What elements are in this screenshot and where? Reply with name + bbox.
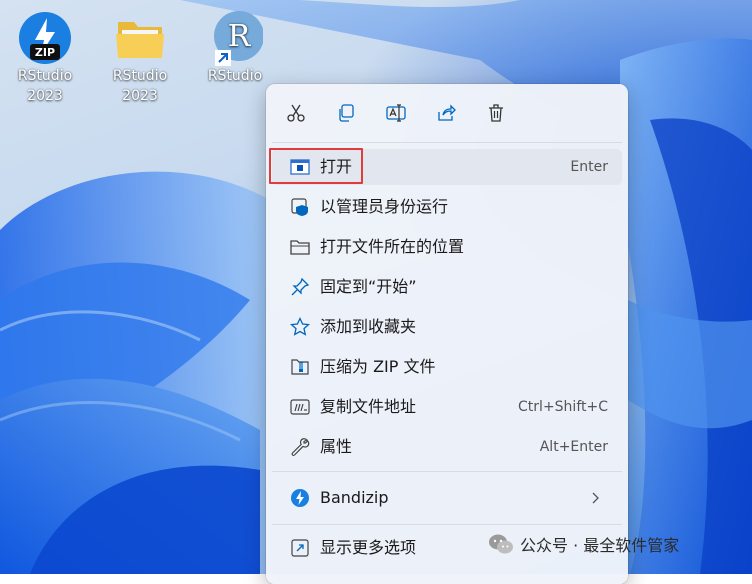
share-button[interactable] (431, 98, 461, 128)
copy-path-icon (288, 395, 312, 419)
copy-button[interactable] (331, 98, 361, 128)
menu-item-shortcut: Alt+Enter (539, 439, 608, 455)
menu-item-label: 压缩为 ZIP 文件 (320, 357, 436, 376)
copy-icon (339, 104, 354, 122)
menu-item-copy-path[interactable]: 复制文件地址 Ctrl+Shift+C (272, 389, 622, 425)
shield-icon (288, 195, 312, 219)
rename-button[interactable] (381, 98, 411, 128)
red-highlight-box (269, 148, 363, 184)
watermark-text: 公众号 · 最全软件管家 (520, 536, 680, 555)
menu-item-run-as-admin[interactable]: 以管理员身份运行 (272, 189, 622, 225)
more-options-icon (288, 536, 312, 560)
menu-item-shortcut: Enter (570, 159, 608, 175)
watermark: 公众号 · 最全软件管家 (488, 532, 679, 556)
desktop-icon-label: RStudio (112, 68, 168, 84)
desktop-icon-rstudio-zip[interactable]: ZIP RStudio 2023 (5, 10, 85, 106)
menu-separator (272, 142, 622, 143)
menu-separator (272, 524, 622, 525)
bandizip-icon (288, 486, 312, 510)
wrench-icon (288, 435, 312, 459)
rename-icon (386, 104, 406, 122)
bandizip-archive-icon: ZIP (17, 10, 73, 66)
menu-item-label: 以管理员身份运行 (320, 197, 449, 216)
menu-item-label: 显示更多选项 (320, 538, 417, 557)
context-menu-toolbar (266, 84, 628, 140)
pin-icon (288, 275, 312, 299)
chevron-right-icon (590, 490, 600, 509)
scissors-icon (287, 104, 305, 122)
menu-item-label: 添加到收藏夹 (320, 317, 417, 336)
cut-button[interactable] (281, 98, 311, 128)
desktop-icon-rstudio-shortcut[interactable]: R RStudio (195, 10, 275, 86)
rstudio-app-icon: R (207, 10, 264, 66)
menu-separator (272, 471, 622, 472)
menu-item-compress-zip[interactable]: 压缩为 ZIP 文件 (272, 349, 622, 385)
zip-icon (288, 355, 312, 379)
wechat-icon (489, 534, 513, 554)
menu-item-open-file-location[interactable]: 打开文件所在的位置 (272, 229, 622, 265)
menu-item-properties[interactable]: 属性 Alt+Enter (272, 429, 622, 465)
trash-icon (489, 104, 503, 122)
menu-item-label: 打开文件所在的位置 (320, 237, 465, 256)
menu-item-bandizip[interactable]: Bandizip (272, 480, 622, 516)
menu-item-label: Bandizip (320, 488, 389, 507)
zip-badge-text: ZIP (35, 46, 55, 59)
menu-item-add-to-favorites[interactable]: 添加到收藏夹 (272, 309, 622, 345)
menu-item-label: 固定到“开始” (320, 277, 417, 296)
star-icon (288, 315, 312, 339)
desktop-icon-rstudio-folder[interactable]: RStudio 2023 (100, 10, 180, 106)
folder-icon (112, 10, 168, 66)
menu-item-shortcut: Ctrl+Shift+C (518, 399, 608, 415)
rstudio-glyph: R (228, 19, 252, 54)
menu-item-label: 属性 (320, 437, 353, 456)
menu-item-label: 复制文件地址 (320, 397, 417, 416)
folder-icon (288, 235, 312, 259)
desktop-icon-label: RStudio (207, 68, 263, 84)
desktop-icon-sublabel: 2023 (122, 88, 158, 104)
desktop-icon-label: RStudio (17, 68, 73, 84)
desktop-icon-sublabel: 2023 (27, 88, 63, 104)
share-icon (438, 104, 456, 121)
menu-item-pin-to-start[interactable]: 固定到“开始” (272, 269, 622, 305)
delete-button[interactable] (481, 98, 511, 128)
